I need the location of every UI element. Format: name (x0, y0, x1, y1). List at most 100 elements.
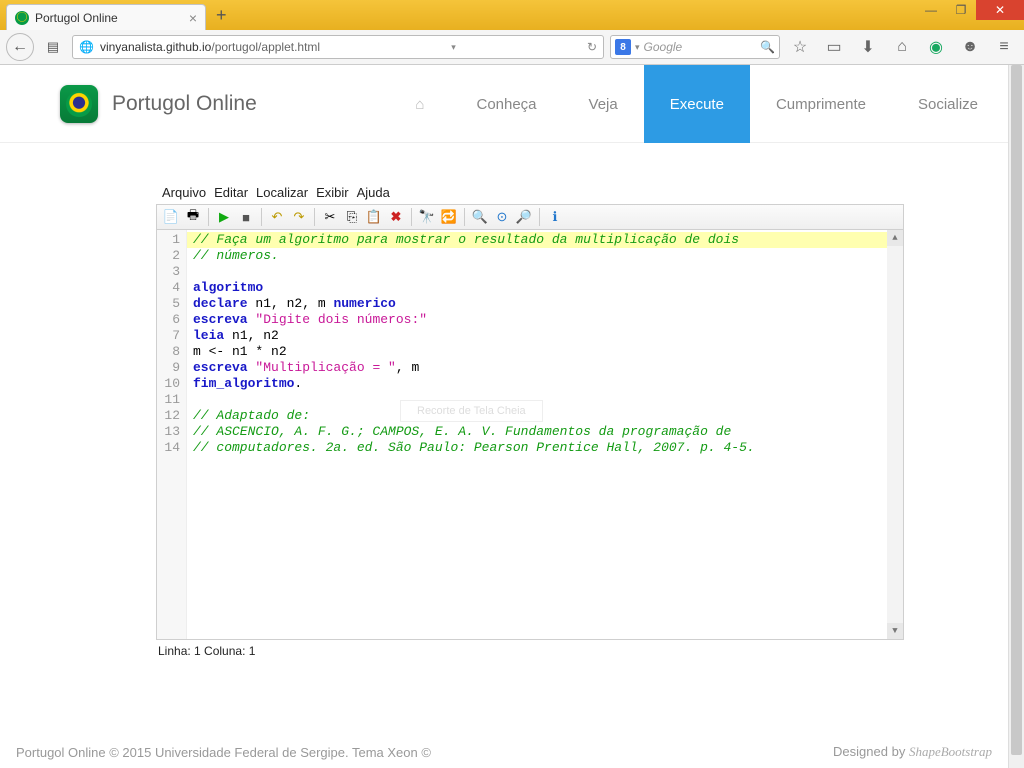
code-line[interactable] (193, 264, 903, 280)
code-line[interactable]: declare n1, n2, m numerico (193, 296, 903, 312)
search-engine-dropdown-icon[interactable]: ▾ (635, 42, 640, 53)
extension-icon[interactable]: ◉ (922, 33, 950, 61)
run-icon[interactable]: ▶ (214, 207, 234, 227)
search-bar[interactable]: 8 ▾ Google 🔍 (610, 35, 780, 59)
site-logo[interactable] (60, 85, 98, 123)
paste-icon[interactable]: 📋 (364, 207, 384, 227)
separator (411, 208, 412, 226)
replace-icon[interactable]: 🔁 (439, 207, 459, 227)
stop-icon[interactable]: ■ (236, 207, 256, 227)
editor: Arquivo Editar Localizar Exibir Ajuda 📄 … (156, 183, 904, 662)
code-line[interactable]: // computadores. 2a. ed. São Paulo: Pear… (193, 440, 903, 456)
globe-icon: 🌐 (79, 40, 94, 54)
brazil-flag-icon (66, 91, 92, 117)
line-number: 1 (157, 232, 186, 248)
line-number: 3 (157, 264, 186, 280)
menu-editar[interactable]: Editar (212, 185, 250, 200)
code-editor[interactable]: 1234567891011121314 // Faça um algoritmo… (156, 230, 904, 640)
code-line[interactable]: algoritmo (193, 280, 903, 296)
editor-toolbar: 📄 🖶 ▶ ■ ↶ ↷ ✂ ⎘ 📋 ✖ 🔭 🔁 🔍 ⊙ 🔎 ℹ (156, 204, 904, 230)
line-number: 11 (157, 392, 186, 408)
delete-icon[interactable]: ✖ (386, 207, 406, 227)
redo-icon[interactable]: ↷ (289, 207, 309, 227)
footer-copyright: Portugol Online © 2015 Universidade Fede… (16, 745, 431, 760)
info-icon[interactable]: ℹ (545, 207, 565, 227)
nav-conheca[interactable]: Conheça (450, 65, 562, 143)
favicon-icon (15, 11, 29, 25)
nav-execute[interactable]: Execute (644, 65, 750, 143)
line-number: 7 (157, 328, 186, 344)
footer-credit: Designed by ShapeBootstrap (833, 744, 992, 760)
close-button[interactable]: ✕ (976, 0, 1024, 20)
menu-arquivo[interactable]: Arquivo (160, 185, 208, 200)
nav-socialize[interactable]: Socialize (892, 65, 1004, 143)
code-line[interactable]: escreva "Digite dois números:" (193, 312, 903, 328)
nav-cumprimente[interactable]: Cumprimente (750, 65, 892, 143)
reload-icon[interactable]: ↻ (587, 40, 597, 54)
browser-tab[interactable]: Portugol Online × (6, 4, 206, 30)
editor-status: Linha: 1 Coluna: 1 (156, 640, 904, 662)
face-icon[interactable]: ☻ (956, 33, 984, 61)
window-controls: — ❐ ✕ (916, 0, 1024, 20)
line-number: 5 (157, 296, 186, 312)
copy-icon[interactable]: ⎘ (342, 207, 362, 227)
zoom-in-icon[interactable]: 🔍 (470, 207, 490, 227)
menu-exibir[interactable]: Exibir (314, 185, 351, 200)
nav-veja[interactable]: Veja (563, 65, 644, 143)
code-line[interactable]: // ASCENCIO, A. F. G.; CAMPOS, E. A. V. … (193, 424, 903, 440)
separator (261, 208, 262, 226)
nav-home[interactable]: ⌂ (389, 65, 450, 143)
code-line[interactable]: // Adaptado de: (193, 408, 903, 424)
dropdown-icon[interactable]: ▾ (451, 42, 456, 53)
zoom-out-icon[interactable]: 🔎 (514, 207, 534, 227)
bookmark-icon[interactable]: ☆ (786, 33, 814, 61)
minimize-button[interactable]: — (916, 0, 946, 20)
new-file-icon[interactable]: 📄 (161, 207, 181, 227)
code-line[interactable]: leia n1, n2 (193, 328, 903, 344)
library-icon[interactable]: ▭ (820, 33, 848, 61)
site-footer: Portugol Online © 2015 Universidade Fede… (0, 736, 1008, 768)
editor-scrollbar[interactable]: ▲ ▼ (887, 230, 903, 639)
menu-icon[interactable]: ≡ (990, 33, 1018, 61)
tab-title: Portugol Online (35, 11, 183, 25)
page-scrollbar[interactable] (1008, 65, 1024, 768)
menu-ajuda[interactable]: Ajuda (355, 185, 392, 200)
separator (539, 208, 540, 226)
zoom-reset-icon[interactable]: ⊙ (492, 207, 512, 227)
scroll-up-icon[interactable]: ▲ (887, 230, 903, 246)
scroll-down-icon[interactable]: ▼ (887, 623, 903, 639)
line-gutter: 1234567891011121314 (157, 230, 187, 639)
sidebar-toggle-icon[interactable]: ▤ (40, 34, 66, 60)
site-nav: ⌂ Conheça Veja Execute Cumprimente Socia… (389, 65, 1004, 142)
undo-icon[interactable]: ↶ (267, 207, 287, 227)
line-number: 13 (157, 424, 186, 440)
google-icon: 8 (615, 39, 631, 55)
print-icon[interactable]: 🖶 (183, 207, 203, 227)
search-icon[interactable]: 🔍 (760, 40, 775, 54)
back-button[interactable]: ← (6, 33, 34, 61)
line-number: 12 (157, 408, 186, 424)
menu-localizar[interactable]: Localizar (254, 185, 310, 200)
line-number: 2 (157, 248, 186, 264)
code-body[interactable]: // Faça um algoritmo para mostrar o resu… (187, 230, 903, 639)
cut-icon[interactable]: ✂ (320, 207, 340, 227)
code-line[interactable]: fim_algoritmo. (193, 376, 903, 392)
home-icon[interactable]: ⌂ (888, 33, 916, 61)
url-bar[interactable]: 🌐 vinyanalista.github.io/portugol/applet… (72, 35, 604, 59)
line-number: 8 (157, 344, 186, 360)
downloads-icon[interactable]: ⬇ (854, 33, 882, 61)
new-tab-button[interactable]: + (206, 5, 237, 26)
code-line[interactable]: escreva "Multiplicação = ", m (193, 360, 903, 376)
code-line[interactable] (193, 392, 903, 408)
page-viewport: Portugol Online ⌂ Conheça Veja Execute C… (0, 65, 1024, 768)
find-icon[interactable]: 🔭 (417, 207, 437, 227)
site-header: Portugol Online ⌂ Conheça Veja Execute C… (0, 65, 1024, 143)
maximize-button[interactable]: ❐ (946, 0, 976, 20)
scrollbar-thumb[interactable] (1011, 65, 1022, 755)
code-line[interactable]: m <- n1 * n2 (193, 344, 903, 360)
separator (464, 208, 465, 226)
separator (314, 208, 315, 226)
url-path: /portugol/applet.html (211, 40, 320, 54)
code-line[interactable]: // números. (193, 248, 903, 264)
tab-close-icon[interactable]: × (189, 11, 197, 25)
